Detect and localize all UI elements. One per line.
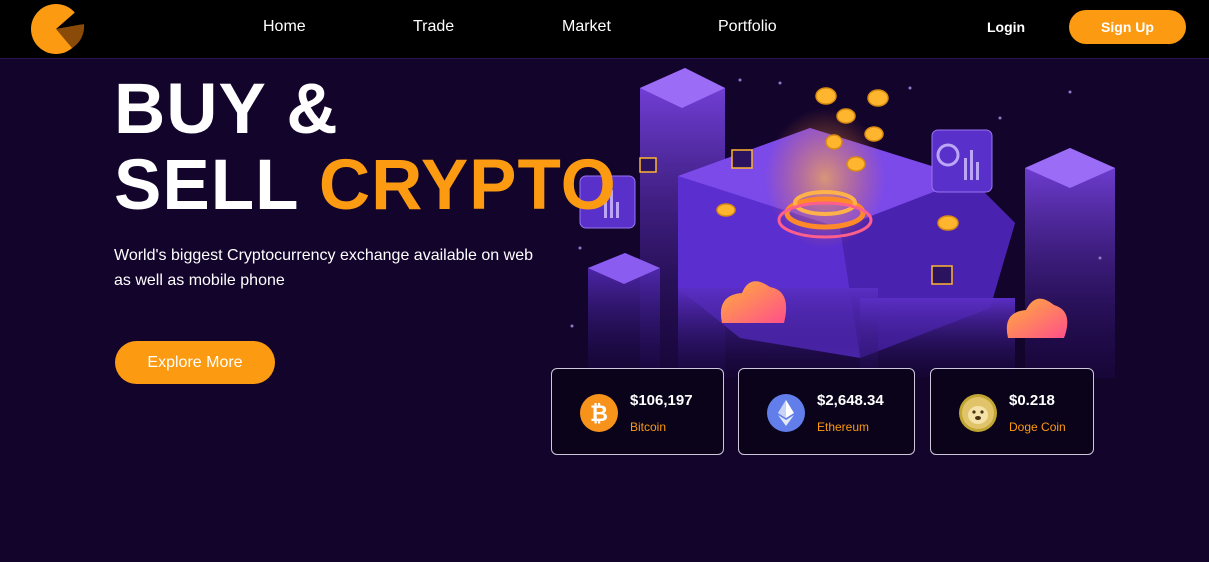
- svg-text:₿: ₿: [590, 401, 608, 426]
- coin-price: $106,197: [630, 392, 693, 409]
- coin-price: $2,648.34: [817, 392, 884, 409]
- nav-market[interactable]: Market: [562, 18, 611, 36]
- crypto-city-illustration: [570, 68, 1115, 378]
- coin-card-dogecoin[interactable]: $0.218 Doge Coin: [930, 368, 1094, 455]
- hero-title-sell: SELL: [114, 146, 319, 225]
- nav-home[interactable]: Home: [263, 18, 306, 36]
- hero-subtitle: World's biggest Cryptocurrency exchange …: [114, 247, 533, 289]
- logo-icon[interactable]: [28, 2, 86, 54]
- hero-title: BUY & SELL CRYPTO: [114, 72, 617, 224]
- dogecoin-icon: [959, 394, 997, 432]
- hero-title-crypto: CRYPTO: [318, 146, 617, 225]
- nav-trade[interactable]: Trade: [413, 18, 454, 36]
- hero-title-line1: BUY &: [114, 70, 339, 149]
- coin-price: $0.218: [1009, 392, 1055, 409]
- coin-card-bitcoin[interactable]: ₿ $106,197 Bitcoin: [551, 368, 724, 455]
- bitcoin-icon: ₿: [580, 394, 618, 432]
- hero-title-line2: SELL CRYPTO: [114, 148, 617, 224]
- coin-name: Ethereum: [817, 420, 870, 434]
- coin-name: Bitcoin: [630, 420, 667, 434]
- coin-card-ethereum[interactable]: $2,648.34 Ethereum: [738, 368, 915, 455]
- signup-button[interactable]: Sign Up: [1069, 10, 1186, 44]
- explore-more-button[interactable]: Explore More: [115, 341, 275, 384]
- nav-portfolio[interactable]: Portfolio: [718, 18, 777, 36]
- ethereum-icon: [767, 394, 805, 432]
- coin-name: Doge Coin: [1009, 420, 1066, 434]
- login-link[interactable]: Login: [987, 19, 1025, 35]
- navbar: Home Trade Market Portfolio Login Sign U…: [0, 0, 1209, 59]
